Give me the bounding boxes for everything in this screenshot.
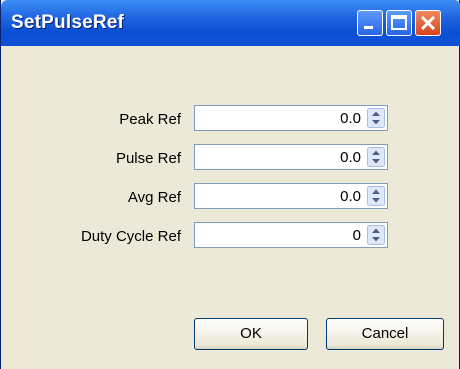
spinner-updown-icon[interactable]: [367, 225, 385, 245]
cancel-button[interactable]: Cancel: [326, 318, 444, 350]
close-button[interactable]: [415, 10, 441, 36]
avg-ref-label: Avg Ref: [127, 189, 181, 206]
peak-ref-value: 0.0: [340, 110, 361, 127]
title-bar[interactable]: SetPulseRef: [1, 0, 460, 46]
window-title: SetPulseRef: [11, 12, 125, 33]
avg-ref-value: 0.0: [340, 188, 361, 205]
duty-cycle-ref-spinbox[interactable]: 0: [194, 222, 388, 248]
spinner-updown-icon[interactable]: [367, 186, 385, 206]
avg-ref-spinbox[interactable]: 0.0: [194, 183, 388, 209]
close-icon: [420, 15, 436, 31]
peak-ref-spinbox[interactable]: 0.0: [194, 105, 388, 131]
maximize-icon: [391, 15, 407, 30]
maximize-button[interactable]: [386, 10, 412, 36]
pulse-ref-spinbox[interactable]: 0.0: [194, 144, 388, 170]
duty-cycle-ref-value: 0: [352, 227, 361, 244]
spinner-updown-icon[interactable]: [367, 108, 385, 128]
ok-button[interactable]: OK: [194, 318, 308, 350]
minimize-button[interactable]: [357, 10, 383, 36]
pulse-ref-value: 0.0: [340, 149, 361, 166]
spinner-updown-icon[interactable]: [367, 147, 385, 167]
dialog-window: SetPulseRef Peak Ref 0.0 Pulse Ref 0.0 A…: [0, 0, 460, 369]
pulse-ref-label: Pulse Ref: [115, 150, 181, 167]
minimize-icon: [364, 26, 373, 29]
peak-ref-label: Peak Ref: [119, 111, 181, 128]
duty-cycle-ref-label: Duty Cycle Ref: [80, 228, 181, 245]
